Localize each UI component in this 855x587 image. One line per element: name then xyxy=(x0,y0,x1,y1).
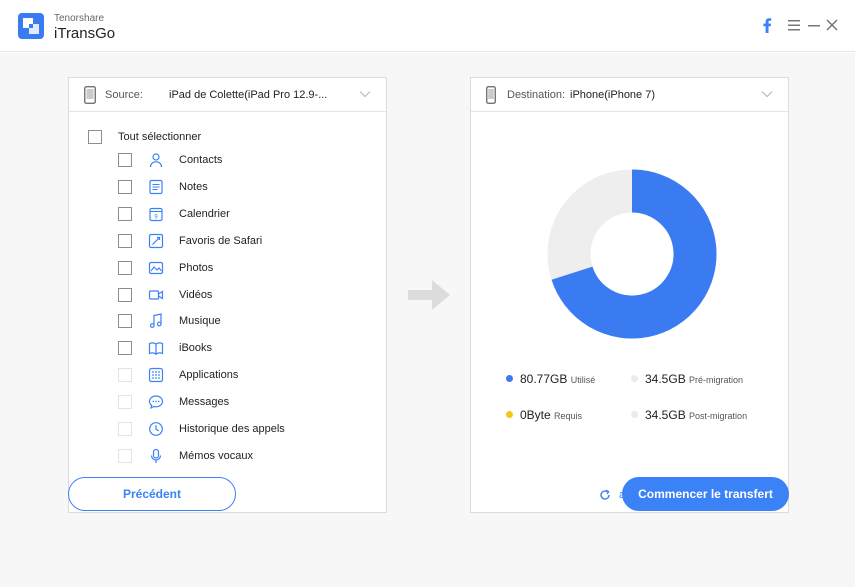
legend-used: 80.77GB Utilisé xyxy=(506,372,595,386)
pre-migration-value: 34.5GB xyxy=(645,372,686,386)
voice-memos-icon xyxy=(150,448,162,463)
safari-bookmarks-checkbox[interactable] xyxy=(118,234,132,248)
start-transfer-button[interactable]: Commencer le transfert xyxy=(622,477,789,511)
contacts-label: Contacts xyxy=(179,154,223,166)
source-device-name: iPad de Colette(iPad Pro 12.9-... xyxy=(169,89,328,101)
refresh-icon xyxy=(600,489,610,500)
calendar-label: Calendrier xyxy=(179,208,230,220)
chevron-down-icon[interactable] xyxy=(761,90,773,98)
voice-memos-checkbox xyxy=(118,449,132,463)
videos-checkbox[interactable] xyxy=(118,288,132,302)
title-bar: Tenorshare iTransGo xyxy=(0,0,855,52)
used-value: 80.77GB xyxy=(520,372,568,386)
voice-memos-label: Mémos vocaux xyxy=(179,450,253,462)
vendor-name: Tenorshare xyxy=(54,13,105,24)
safari-bookmarks-icon xyxy=(148,233,164,249)
applications-icon xyxy=(148,367,164,383)
pre-migration-label: Pré-migration xyxy=(689,375,744,385)
applications-label: Applications xyxy=(179,369,239,381)
destination-header[interactable]: Destination: iPhone(iPhone 7) xyxy=(471,78,788,112)
ibooks-icon xyxy=(148,342,164,356)
music-checkbox[interactable] xyxy=(118,314,132,328)
chevron-down-icon[interactable] xyxy=(359,90,371,98)
required-label: Requis xyxy=(554,411,583,421)
legend-dot-post-migration xyxy=(631,411,638,418)
photos-checkbox[interactable] xyxy=(118,261,132,275)
required-value: 0Byte xyxy=(520,408,551,422)
minimize-icon[interactable] xyxy=(806,17,822,33)
messages-label: Messages xyxy=(179,396,230,408)
legend-required: 0Byte Requis xyxy=(506,408,582,422)
previous-button[interactable]: Précédent xyxy=(68,477,236,511)
select-all-label: Tout sélectionner xyxy=(118,131,202,143)
itransgo-logo-icon xyxy=(18,13,44,39)
legend-dot-required xyxy=(506,411,513,418)
ipad-icon xyxy=(84,86,96,104)
source-panel: Source: iPad de Colette(iPad Pro 12.9-..… xyxy=(68,77,387,513)
svg-text:9: 9 xyxy=(154,215,158,221)
messages-checkbox xyxy=(118,395,132,409)
messages-icon xyxy=(148,395,164,410)
call-history-checkbox xyxy=(118,422,132,436)
facebook-icon[interactable] xyxy=(759,17,775,33)
source-label: Source: xyxy=(105,89,143,101)
legend-dot-used xyxy=(506,375,513,382)
app-name: iTransGo xyxy=(54,25,116,42)
photos-label: Photos xyxy=(179,262,214,274)
ibooks-checkbox[interactable] xyxy=(118,341,132,355)
iphone-icon xyxy=(486,86,496,104)
videos-label: Vidéos xyxy=(179,289,213,301)
select-all-checkbox[interactable] xyxy=(88,130,102,144)
menu-icon[interactable] xyxy=(786,17,802,33)
storage-donut-chart xyxy=(547,169,717,339)
safari-bookmarks-label: Favoris de Safari xyxy=(179,235,263,247)
photos-icon xyxy=(148,261,164,275)
call-history-icon xyxy=(149,422,163,436)
destination-label: Destination: xyxy=(507,89,566,101)
post-migration-label: Post-migration xyxy=(689,411,748,421)
close-icon[interactable] xyxy=(824,17,840,33)
notes-checkbox[interactable] xyxy=(118,180,132,194)
post-migration-value: 34.5GB xyxy=(645,408,686,422)
music-label: Musique xyxy=(179,315,221,327)
ibooks-label: iBooks xyxy=(179,342,213,354)
destination-panel: Destination: iPhone(iPhone 7) 80.77GB Ut… xyxy=(470,77,789,513)
transfer-arrow-icon xyxy=(408,280,450,310)
contacts-checkbox[interactable] xyxy=(118,153,132,167)
legend-post-migration: 34.5GB Post-migration xyxy=(631,408,747,422)
contacts-icon xyxy=(149,153,163,168)
legend-dot-pre-migration xyxy=(631,375,638,382)
applications-checkbox xyxy=(118,368,132,382)
destination-device-name: iPhone(iPhone 7) xyxy=(570,89,656,101)
calendar-icon: 9 xyxy=(149,207,163,222)
notes-label: Notes xyxy=(179,181,208,193)
videos-icon xyxy=(148,290,164,300)
notes-icon xyxy=(149,179,163,195)
source-header[interactable]: Source: iPad de Colette(iPad Pro 12.9-..… xyxy=(69,78,386,112)
calendar-checkbox[interactable] xyxy=(118,207,132,221)
legend-pre-migration: 34.5GB Pré-migration xyxy=(631,372,743,386)
used-label: Utilisé xyxy=(570,375,596,385)
call-history-label: Historique des appels xyxy=(179,423,285,435)
music-icon xyxy=(149,313,162,328)
